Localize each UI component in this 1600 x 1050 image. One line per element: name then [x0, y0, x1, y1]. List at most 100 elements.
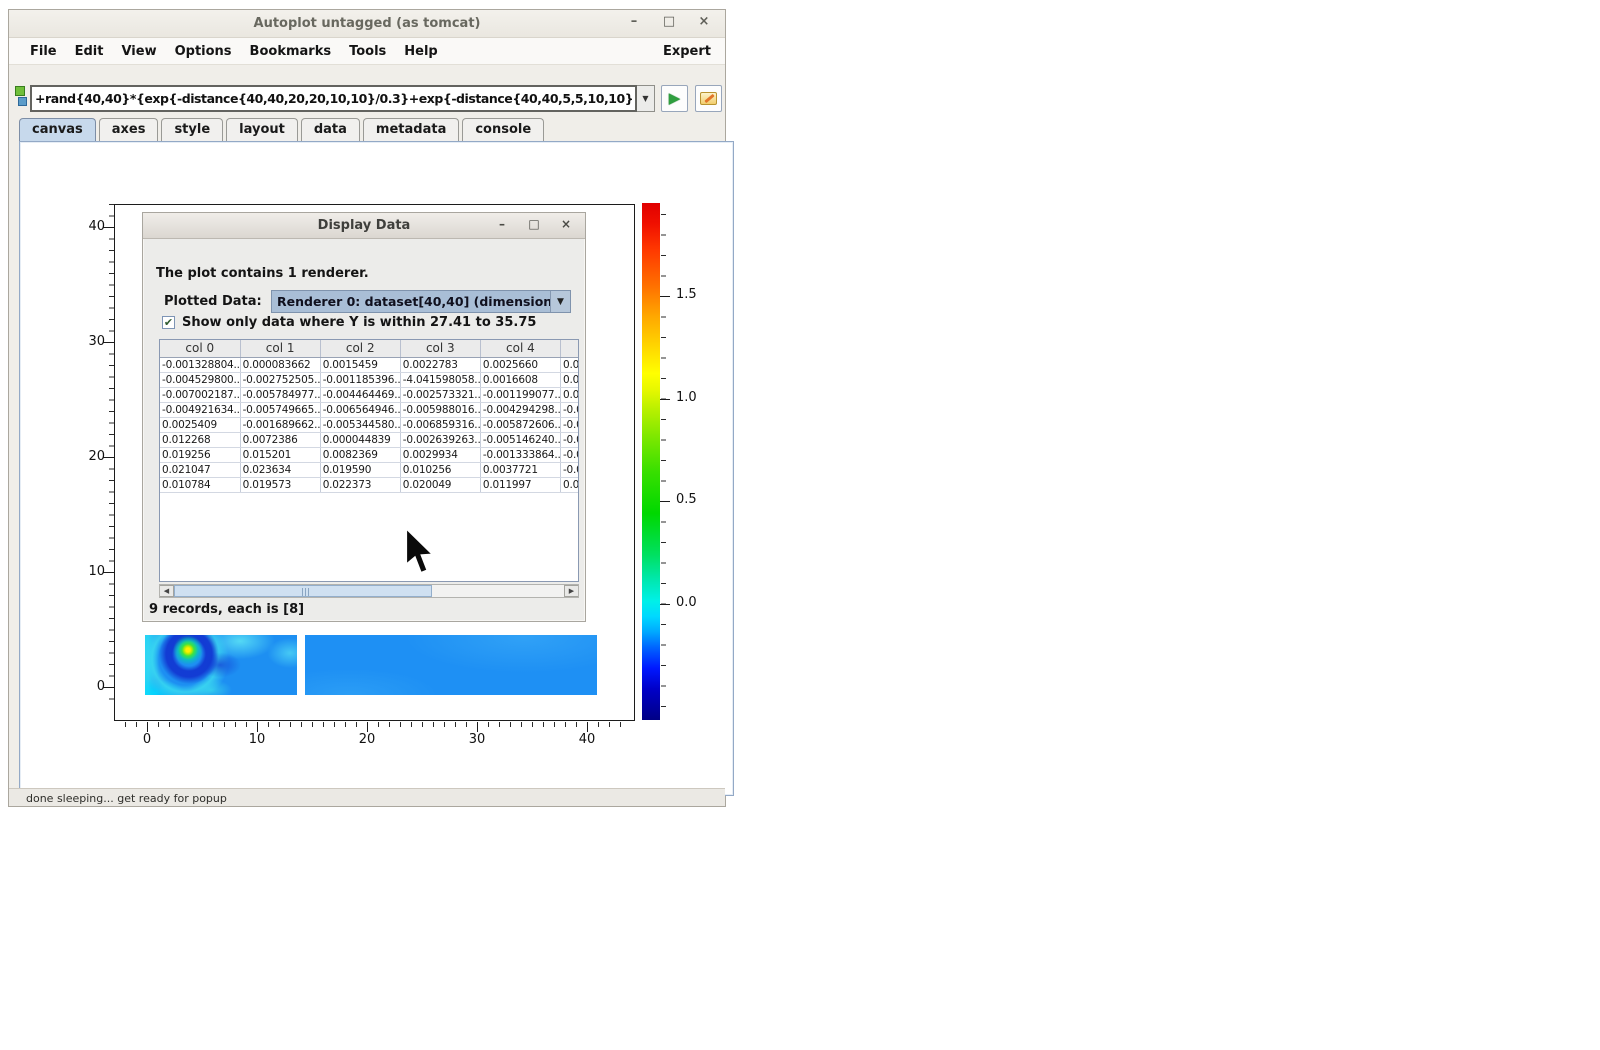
table-cell[interactable]: -0.007002187... — [160, 387, 240, 402]
combobox-arrow-button[interactable]: ▼ — [550, 291, 570, 312]
table-cell[interactable]: 0.019590 — [320, 462, 400, 477]
table-cell[interactable]: -0.005872606... — [480, 417, 560, 432]
table-cell[interactable]: 0.00 — [560, 357, 579, 372]
plotted-data-combobox[interactable]: Renderer 0: dataset[40,40] (dimension...… — [271, 290, 571, 313]
table-cell[interactable]: 0.000083662 — [240, 357, 320, 372]
table-cell[interactable]: 0.0029934 — [400, 447, 480, 462]
table-cell[interactable]: 0.015201 — [240, 447, 320, 462]
table-row[interactable]: 0.0210470.0236340.0195900.0102560.003772… — [160, 462, 579, 477]
dialog-close-icon[interactable]: × — [560, 217, 572, 231]
table-cell[interactable]: -0.006859316... — [400, 417, 480, 432]
dialog-titlebar[interactable]: Display Data – □ × — [143, 213, 585, 239]
expert-toggle[interactable]: Expert — [661, 40, 713, 63]
table-cell[interactable]: 0.000044839 — [320, 432, 400, 447]
menu-file[interactable]: File — [21, 40, 66, 63]
menu-tools[interactable]: Tools — [340, 40, 395, 63]
table-cell[interactable]: -0.005988016... — [400, 402, 480, 417]
table-cell[interactable]: -0.001689662... — [240, 417, 320, 432]
table-cell[interactable]: -0.005784977... — [240, 387, 320, 402]
table-cell[interactable]: -0.0 — [560, 432, 579, 447]
go-button[interactable]: ▶ — [661, 85, 688, 112]
horizontal-scrollbar[interactable]: ◀ ▶ — [159, 584, 579, 598]
table-cell[interactable]: -0.004529800... — [160, 372, 240, 387]
table-header-cell[interactable]: col 3 — [400, 340, 480, 357]
filter-checkbox[interactable]: ✔ — [162, 316, 175, 329]
table-cell[interactable]: 0.0082369 — [320, 447, 400, 462]
tab-console[interactable]: console — [462, 118, 544, 141]
table-cell[interactable]: -0.004921634... — [160, 402, 240, 417]
window-titlebar[interactable]: Autoplot untagged (as tomcat) – □ × — [9, 10, 725, 38]
scroll-left-button[interactable]: ◀ — [160, 585, 174, 597]
table-cell[interactable]: 0.00 — [560, 477, 579, 492]
minimize-icon[interactable]: – — [627, 14, 641, 29]
uri-dropdown-button[interactable]: ▼ — [637, 85, 655, 112]
table-cell[interactable]: 0.010256 — [400, 462, 480, 477]
table-cell[interactable]: -0.001328804... — [160, 357, 240, 372]
tab-data[interactable]: data — [301, 118, 360, 141]
menu-bookmarks[interactable]: Bookmarks — [241, 40, 341, 63]
table-header-cell[interactable]: col 4 — [480, 340, 560, 357]
table-header-cell[interactable]: col 1 — [240, 340, 320, 357]
tab-style[interactable]: style — [161, 118, 223, 141]
tab-metadata[interactable]: metadata — [363, 118, 459, 141]
menu-options[interactable]: Options — [166, 40, 241, 63]
table-row[interactable]: 0.0192560.0152010.00823690.0029934-0.001… — [160, 447, 579, 462]
table-cell[interactable]: 0.00 — [560, 387, 579, 402]
table-cell[interactable]: 0.0025660 — [480, 357, 560, 372]
uri-input[interactable] — [30, 85, 637, 112]
table-cell[interactable]: 0.0022783 — [400, 357, 480, 372]
close-icon[interactable]: × — [697, 14, 711, 29]
tab-canvas[interactable]: canvas — [19, 118, 96, 141]
inspect-uri-button[interactable] — [695, 85, 722, 112]
table-cell[interactable]: -0.001333864... — [480, 447, 560, 462]
scrollbar-thumb[interactable] — [174, 585, 432, 597]
table-cell[interactable]: 0.0037721 — [480, 462, 560, 477]
dialog-maximize-icon[interactable]: □ — [528, 217, 540, 231]
table-cell[interactable]: -0.002639263... — [400, 432, 480, 447]
table-header-cell[interactable] — [560, 340, 579, 357]
table-viewport[interactable]: col 0col 1col 2col 3col 4 -0.001328804...… — [159, 339, 579, 582]
table-cell[interactable]: 0.0015459 — [320, 357, 400, 372]
table-cell[interactable]: 0.019256 — [160, 447, 240, 462]
table-cell[interactable]: -0.001185396... — [320, 372, 400, 387]
table-cell[interactable]: -0.004294298... — [480, 402, 560, 417]
colorbar[interactable] — [642, 203, 660, 720]
table-cell[interactable]: -0.006564946... — [320, 402, 400, 417]
table-cell[interactable]: 0.022373 — [320, 477, 400, 492]
table-cell[interactable]: 0.0025409 — [160, 417, 240, 432]
table-cell[interactable]: -0.002752505... — [240, 372, 320, 387]
table-cell[interactable]: -0.0 — [560, 417, 579, 432]
table-cell[interactable]: -0.0 — [560, 447, 579, 462]
table-cell[interactable]: 0.020049 — [400, 477, 480, 492]
table-row[interactable]: -0.004921634...-0.005749665...-0.0065649… — [160, 402, 579, 417]
table-row[interactable]: -0.007002187...-0.005784977...-0.0044644… — [160, 387, 579, 402]
table-cell[interactable]: 0.0016608 — [480, 372, 560, 387]
table-cell[interactable]: -0.005344580... — [320, 417, 400, 432]
menu-view[interactable]: View — [112, 40, 165, 63]
table-row[interactable]: 0.0025409-0.001689662...-0.005344580...-… — [160, 417, 579, 432]
table-cell[interactable]: -0.005749665... — [240, 402, 320, 417]
table-cell[interactable]: 0.011997 — [480, 477, 560, 492]
table-row[interactable]: -0.001328804...0.0000836620.00154590.002… — [160, 357, 579, 372]
table-cell[interactable]: -0.0 — [560, 462, 579, 477]
table-cell[interactable]: 0.00 — [560, 372, 579, 387]
table-cell[interactable]: -0.004464469... — [320, 387, 400, 402]
maximize-icon[interactable]: □ — [662, 14, 676, 29]
table-cell[interactable]: 0.023634 — [240, 462, 320, 477]
menu-edit[interactable]: Edit — [66, 40, 113, 63]
menu-help[interactable]: Help — [395, 40, 446, 63]
table-cell[interactable]: -0.0 — [560, 402, 579, 417]
table-cell[interactable]: -0.005146240... — [480, 432, 560, 447]
table-cell[interactable]: 0.019573 — [240, 477, 320, 492]
table-header-cell[interactable]: col 0 — [160, 340, 240, 357]
table-cell[interactable]: -4.041598058... — [400, 372, 480, 387]
table-cell[interactable]: 0.012268 — [160, 432, 240, 447]
table-cell[interactable]: -0.002573321... — [400, 387, 480, 402]
table-header-cell[interactable]: col 2 — [320, 340, 400, 357]
table-row[interactable]: 0.0122680.00723860.000044839-0.002639263… — [160, 432, 579, 447]
table-row[interactable]: 0.0107840.0195730.0223730.0200490.011997… — [160, 477, 579, 492]
tab-layout[interactable]: layout — [226, 118, 298, 141]
table-cell[interactable]: -0.001199077... — [480, 387, 560, 402]
tab-axes[interactable]: axes — [99, 118, 159, 141]
dialog-minimize-icon[interactable]: – — [496, 217, 508, 231]
